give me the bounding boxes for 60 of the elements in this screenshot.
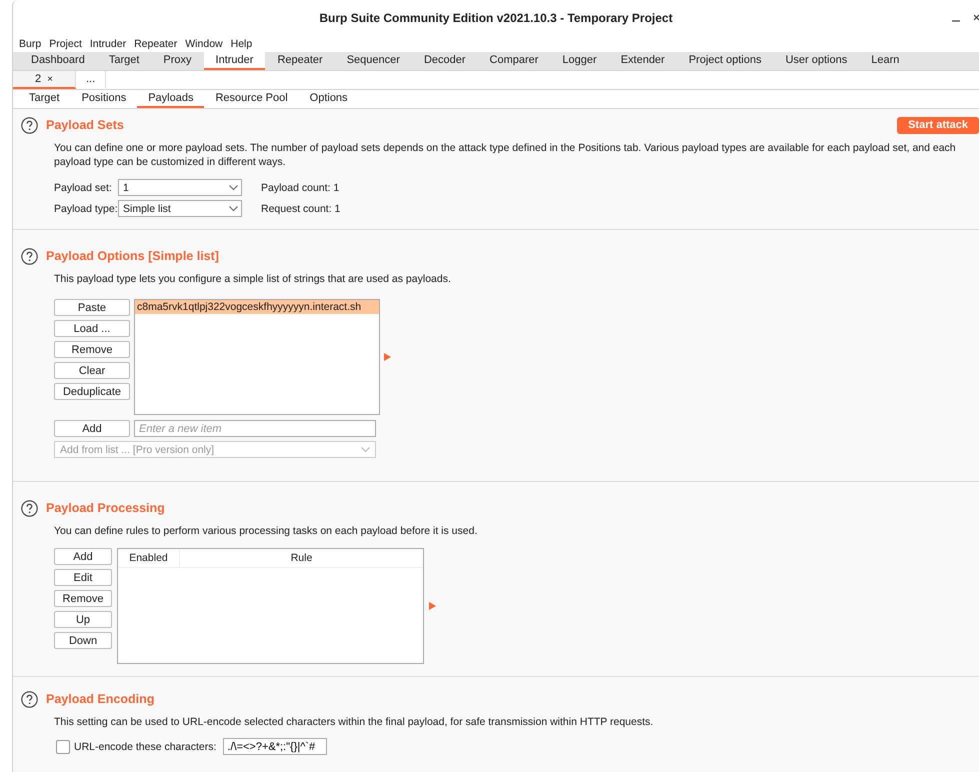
tab[interactable]: Payloads: [137, 90, 204, 108]
tab[interactable]: Positions: [70, 90, 138, 108]
menu-item[interactable]: Project: [45, 38, 86, 50]
tab[interactable]: Extender: [608, 52, 677, 70]
dropdown[interactable]: Simple list: [118, 200, 242, 217]
tab[interactable]: 2 ×: [13, 71, 76, 89]
close-tab-button[interactable]: ×: [47, 74, 53, 84]
list-action-button[interactable]: Remove: [54, 341, 130, 358]
field-label: Payload type:: [54, 202, 118, 214]
new-item-field[interactable]: Enter a new item: [134, 420, 376, 437]
column-header[interactable]: Enabled: [118, 549, 179, 567]
tab[interactable]: Decoder: [412, 52, 478, 70]
menu-item[interactable]: Repeater: [130, 38, 182, 50]
column-header[interactable]: Rule: [179, 549, 423, 567]
rule-action-button[interactable]: Remove: [54, 590, 112, 607]
section-description: You can define one or more payload sets. The number of payload sets depends on the attack type defined in the Positions tab. Various payload types are available for each payload set, and each payload type can be customized in different ways.: [54, 141, 957, 169]
list-item[interactable]: c8ma5rvk1qtlpj322vogceskfhyyyyyyn.interact.sh: [135, 300, 379, 314]
section-description: You can define rules to perform various processing tasks on each payload before it is used.: [54, 524, 478, 538]
count-label: Payload count: 1: [260, 182, 340, 194]
payload-list[interactable]: c8ma5rvk1qtlpj322vogceskfhyyyyyyn.interact.sh: [134, 299, 380, 415]
checkbox-label: URL-encode these characters:: [74, 740, 216, 752]
list-action-button[interactable]: Load ...: [54, 320, 130, 337]
section-description: This setting can be used to URL-encode selected characters within the final payload, for safe transmission within HTTP requests.: [54, 715, 654, 729]
window-title: Burp Suite Community Edition v2021.10.3 - Temporary Project: [319, 11, 673, 25]
list-action-button[interactable]: Clear: [54, 362, 130, 379]
tab[interactable]: Project options: [676, 52, 774, 70]
menu-item[interactable]: Intruder: [86, 38, 130, 50]
tab[interactable]: Resource Pool: [204, 90, 299, 108]
count-label: Request count: 1: [260, 202, 342, 214]
menu-item[interactable]: Help: [226, 38, 256, 50]
tab[interactable]: Logger: [550, 52, 609, 70]
tab[interactable]: ...: [76, 71, 106, 89]
tab[interactable]: Intruder: [204, 52, 266, 70]
add-button[interactable]: Add: [54, 420, 130, 437]
tab[interactable]: Comparer: [478, 52, 550, 70]
rule-action-button[interactable]: Add: [54, 548, 112, 565]
list-action-button[interactable]: Paste: [54, 299, 130, 316]
tab[interactable]: Options: [298, 90, 359, 108]
tab[interactable]: User options: [773, 52, 860, 70]
section-title: Payload Processing: [46, 501, 166, 515]
tab[interactable]: Target: [96, 52, 152, 70]
section-title: Payload Encoding: [46, 692, 156, 706]
rule-action-button[interactable]: Down: [54, 632, 112, 649]
rule-action-button[interactable]: Up: [54, 611, 112, 628]
tab[interactable]: Target: [18, 90, 71, 108]
tab[interactable]: Proxy: [151, 52, 204, 70]
list-action-button[interactable]: Deduplicate: [54, 383, 130, 400]
menu-item[interactable]: Window: [181, 38, 227, 50]
tab[interactable]: Dashboard: [19, 52, 97, 70]
tab[interactable]: Sequencer: [334, 52, 412, 70]
section-description: This payload type lets you configure a simple list of strings that are used as payloads.: [54, 272, 452, 286]
menu-item[interactable]: Burp: [15, 38, 46, 50]
section-title: Payload Sets: [46, 118, 125, 132]
tab[interactable]: Repeater: [265, 52, 335, 70]
dropdown[interactable]: 1: [118, 179, 242, 196]
characters-field[interactable]: ./\=<>?+&*;:"{}|^`#: [223, 738, 328, 755]
rule-action-button[interactable]: Edit: [54, 569, 112, 586]
field-label: Payload set:: [54, 182, 113, 194]
tab[interactable]: Learn: [859, 52, 912, 70]
section-title: Payload Options [Simple list]: [46, 249, 220, 263]
